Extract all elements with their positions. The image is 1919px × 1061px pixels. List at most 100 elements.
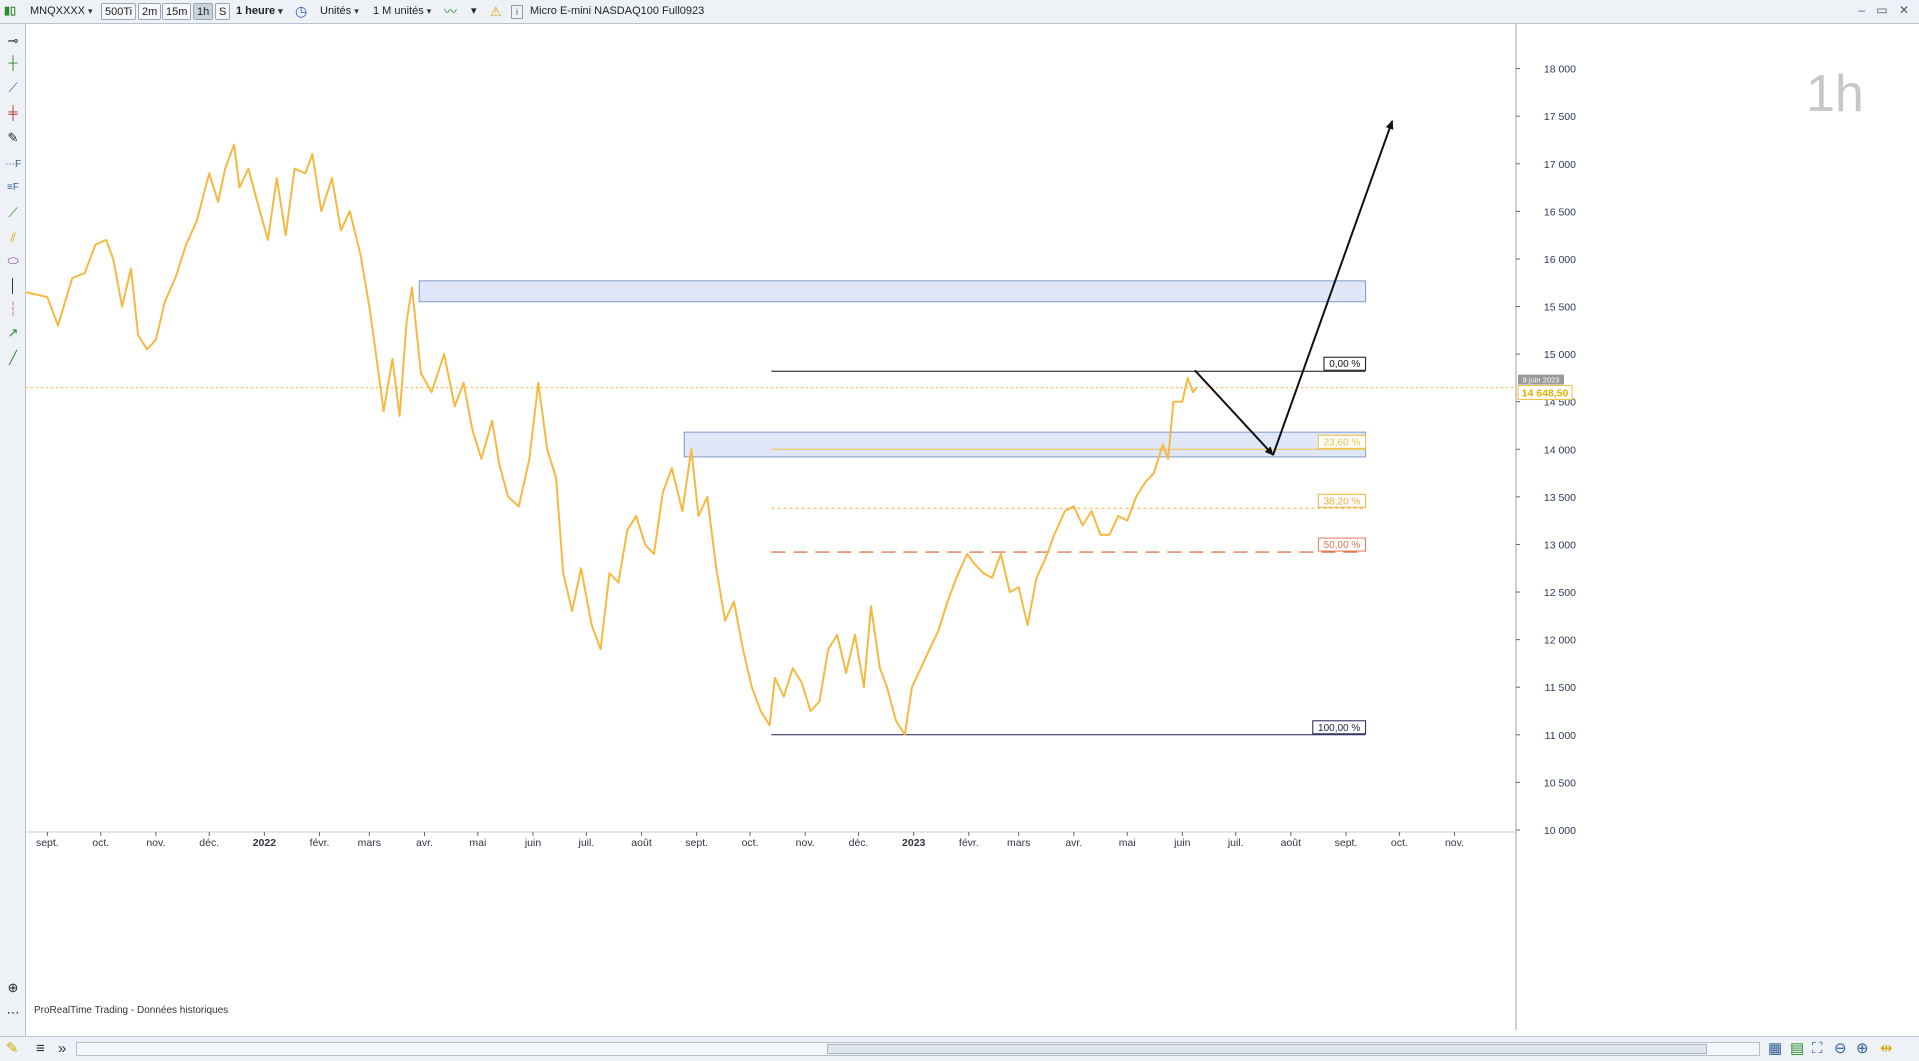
x-tick-label: sept. bbox=[1335, 837, 1358, 849]
ruler-icon[interactable]: ⟋ bbox=[4, 79, 22, 97]
tf-button-500ti[interactable]: 500Ti bbox=[101, 3, 137, 20]
symbol-selector[interactable]: MNQXXXX bbox=[30, 3, 93, 20]
x-tick-label: déc. bbox=[199, 837, 219, 849]
x-tick-label: nov. bbox=[1445, 837, 1464, 849]
period-selector[interactable]: 1 heure bbox=[236, 3, 283, 20]
horizontal-line-icon[interactable]: ╪ bbox=[4, 104, 22, 122]
chart-settings-icon[interactable]: ▤ bbox=[1790, 1040, 1804, 1058]
chart-canvas[interactable]: 0,00 % 23,60 % 38,20 % 50,00 % 100,00 % sept.… bbox=[26, 24, 1515, 1030]
y-tick-label: 16 500 bbox=[1544, 206, 1576, 218]
fib-level-label: 0,00 % bbox=[1329, 359, 1360, 370]
tf-button-1h[interactable]: 1h bbox=[193, 3, 214, 20]
price-axis[interactable]: 10 000 10 500 11 000 11 500 12 000 12 500 13 0… bbox=[1515, 24, 1919, 1030]
calendar-icon[interactable]: ▦ bbox=[1768, 1040, 1782, 1058]
candlestick-icon[interactable]: ▮▯ bbox=[4, 3, 16, 20]
warning-icon[interactable]: ⚠ bbox=[490, 3, 502, 20]
y-tick-label: 14 000 bbox=[1544, 444, 1576, 456]
drawing-toolbar: ⊸ ┼ ⟋ ╪ ✎ ⋯F ≡F ⟋ ⫽ ⬭ │ ┆ ↗ ╱ ⊕ ⋯ bbox=[0, 24, 26, 1036]
fibonacci-icon[interactable]: ⋯F bbox=[4, 156, 22, 174]
price-chart[interactable]: 0,00 % 23,60 % 38,20 % 50,00 % 100,00 % sept.… bbox=[26, 24, 1864, 1030]
scrollbar-thumb[interactable] bbox=[827, 1044, 1707, 1054]
tf-button-s[interactable]: S bbox=[215, 3, 231, 20]
x-tick-label: déc. bbox=[849, 837, 869, 849]
y-tick-label: 16 000 bbox=[1544, 254, 1576, 266]
x-tick-label: nov. bbox=[146, 837, 165, 849]
y-tick-label: 13 000 bbox=[1544, 539, 1576, 551]
trend-line-icon[interactable]: ⟋ bbox=[4, 204, 22, 222]
x-tick-label: août bbox=[631, 837, 652, 849]
top-toolbar: ▮▯ MNQXXXX 500Ti 2m 15m 1h S 1 heure ◷ U… bbox=[0, 0, 1919, 24]
vertical-line-icon[interactable]: ┼ bbox=[4, 54, 22, 72]
indicator-menu-chevron[interactable]: ▾ bbox=[471, 3, 477, 20]
zoom-in-icon[interactable]: ⊕ bbox=[1856, 1040, 1869, 1058]
x-tick-label: mai bbox=[469, 837, 486, 849]
channel-icon[interactable]: ⫽ bbox=[4, 229, 22, 247]
y-tick-label: 17 500 bbox=[1544, 111, 1576, 123]
x-tick-label: févr. bbox=[959, 837, 979, 849]
x-tick-label: juin bbox=[1173, 837, 1191, 849]
y-tick-label: 11 500 bbox=[1545, 682, 1576, 694]
instrument-title: Micro E-mini NASDAQ100 Full0923 bbox=[530, 5, 705, 17]
x-tick-label: mars bbox=[358, 837, 381, 849]
data-source-note: ProRealTime Trading - Données historique… bbox=[34, 1005, 229, 1016]
fib-level-label: 38,20 % bbox=[1324, 496, 1361, 507]
add-object-icon[interactable]: ⊕ bbox=[4, 979, 22, 997]
dashed-vertical-icon[interactable]: ┆ bbox=[4, 300, 22, 318]
units-count-selector[interactable]: 1 M unités bbox=[373, 3, 431, 20]
x-tick-label: sept. bbox=[36, 837, 59, 849]
clock-icon[interactable]: ◷ bbox=[295, 3, 307, 20]
y-tick-label: 15 500 bbox=[1544, 302, 1576, 314]
expand-icon[interactable]: » bbox=[58, 1040, 66, 1058]
menu-icon[interactable]: ≡ bbox=[36, 1040, 45, 1058]
x-tick-label: févr. bbox=[310, 837, 330, 849]
x-tick-label: mai bbox=[1119, 837, 1136, 849]
indicator-icon[interactable]: 〰 bbox=[444, 3, 457, 20]
more-tools-icon[interactable]: ⋯ bbox=[4, 1004, 22, 1022]
x-tick-label: nov. bbox=[796, 837, 815, 849]
price-date-label: 9 juin 2023 bbox=[1523, 376, 1560, 385]
fib-level-label: 23,60 % bbox=[1324, 437, 1361, 448]
zoom-fit-icon[interactable]: ⛶ bbox=[1812, 1040, 1823, 1058]
y-tick-label: 18 000 bbox=[1544, 64, 1576, 76]
y-tick-label: 12 500 bbox=[1544, 587, 1576, 599]
tf-button-2m[interactable]: 2m bbox=[138, 3, 162, 20]
x-tick-label: juin bbox=[524, 837, 542, 849]
price-value-label: 14 648,50 bbox=[1522, 388, 1569, 400]
resistance-zone bbox=[418, 280, 1367, 303]
x-tick-label: 2022 bbox=[253, 837, 277, 849]
cursor-line-icon[interactable]: ⊸ bbox=[4, 32, 22, 50]
x-tick-label: juil. bbox=[1227, 837, 1244, 849]
info-icon[interactable]: i bbox=[511, 5, 523, 19]
zoom-out-icon[interactable]: ⊖ bbox=[1834, 1040, 1847, 1058]
y-tick-label: 11 000 bbox=[1545, 730, 1576, 742]
x-tick-label: oct. bbox=[92, 837, 109, 849]
x-tick-label: mars bbox=[1007, 837, 1030, 849]
fib-level-label: 100,00 % bbox=[1318, 723, 1360, 734]
window-controls[interactable]: – ▭ ✕ bbox=[1858, 3, 1913, 17]
units-selector[interactable]: Unités bbox=[320, 3, 359, 20]
pencil-icon[interactable]: ✎ bbox=[4, 129, 22, 147]
x-tick-label: sept. bbox=[685, 837, 708, 849]
ellipse-icon[interactable]: ⬭ bbox=[4, 252, 22, 270]
fib-level-label: 50,00 % bbox=[1324, 540, 1361, 551]
bottom-toolbar: ✎ ≡ » ▦ ▤ ⛶ ⊖ ⊕ ⇹ bbox=[0, 1036, 1919, 1061]
tf-button-15m[interactable]: 15m bbox=[162, 3, 192, 20]
x-tick-label: juil. bbox=[577, 837, 594, 849]
draw-mode-icon[interactable]: ✎ bbox=[6, 1040, 19, 1058]
y-tick-label: 12 000 bbox=[1544, 635, 1576, 647]
x-tick-label: août bbox=[1281, 837, 1302, 849]
x-tick-label: avr. bbox=[416, 837, 433, 849]
time-scrollbar[interactable] bbox=[76, 1042, 1760, 1056]
arrow-icon[interactable]: ↗ bbox=[4, 324, 22, 342]
y-tick-label: 15 000 bbox=[1544, 349, 1576, 361]
y-tick-label: 10 000 bbox=[1544, 825, 1576, 837]
x-tick-label: 2023 bbox=[902, 837, 926, 849]
x-tick-label: oct. bbox=[1391, 837, 1408, 849]
price-axis-canvas: 10 000 10 500 11 000 11 500 12 000 12 500 13 0… bbox=[1515, 24, 1576, 1030]
x-tick-label: avr. bbox=[1065, 837, 1082, 849]
fibonacci-fan-icon[interactable]: ≡F bbox=[4, 179, 22, 197]
autoscale-icon[interactable]: ⇹ bbox=[1880, 1040, 1893, 1058]
line-icon[interactable]: ╱ bbox=[4, 349, 22, 367]
x-tick-label: oct. bbox=[742, 837, 759, 849]
vertical-bar-icon[interactable]: │ bbox=[4, 277, 22, 295]
